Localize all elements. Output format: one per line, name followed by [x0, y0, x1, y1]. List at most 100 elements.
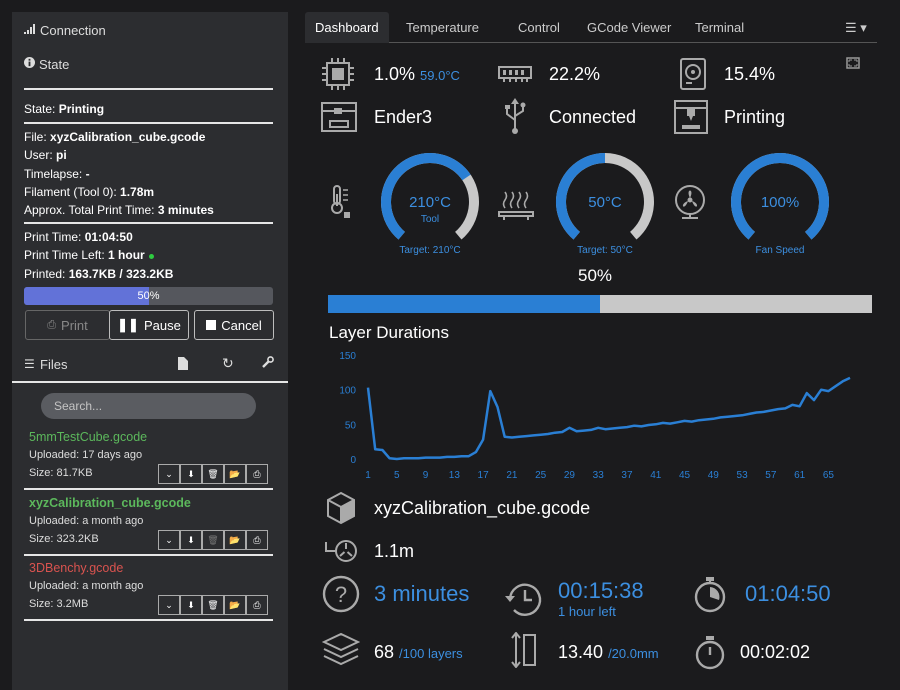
- chart-title: Layer Durations: [329, 323, 450, 342]
- download-icon[interactable]: ⬇: [180, 530, 202, 550]
- filament-row: Filament (Tool 0): 1.78m: [24, 184, 155, 199]
- signal-icon: [24, 23, 36, 37]
- history-icon: [505, 583, 542, 616]
- file-list-item[interactable]: 5mmTestCube.gcode Uploaded: 17 days ago Si…: [12, 430, 288, 495]
- file-search-input[interactable]: Search...: [41, 393, 256, 419]
- x-tick-label: 13: [449, 470, 461, 481]
- gauge-target: Target: 50°C: [577, 245, 633, 256]
- print-icon: ⎙: [47, 318, 57, 331]
- printer-state: Printing: [724, 107, 786, 127]
- refresh-icon[interactable]: ↻: [222, 355, 234, 372]
- x-tick-label: 45: [679, 470, 691, 481]
- memory-usage: 22.2%: [549, 64, 601, 84]
- divider: [12, 381, 288, 383]
- download-icon[interactable]: ⬇: [180, 595, 202, 615]
- print-time: 01:04:50: [745, 581, 831, 606]
- upload-file-icon[interactable]: [178, 357, 188, 375]
- load-icon[interactable]: 📂: [224, 595, 246, 615]
- divider: [24, 619, 273, 621]
- connection-header[interactable]: Connection: [12, 12, 288, 48]
- status-dot: [148, 253, 154, 259]
- disk-icon: [680, 58, 706, 90]
- x-tick-label: 5: [394, 470, 400, 481]
- gauge-sub-label: Tool: [421, 214, 439, 225]
- print-file-icon[interactable]: ⎙: [246, 530, 268, 550]
- download-icon[interactable]: ⬇: [180, 464, 202, 484]
- file-row: File: xyzCalibration_cube.gcode: [24, 130, 206, 145]
- file-size: Size: 81.7KB: [29, 467, 93, 479]
- print-file-icon[interactable]: ⎙: [246, 595, 268, 615]
- x-tick-label: 17: [478, 470, 490, 481]
- pause-button[interactable]: ❚❚ Pause: [109, 310, 189, 340]
- file-name[interactable]: 5mmTestCube.gcode: [29, 430, 147, 444]
- gauge-value: 50°C: [588, 194, 622, 211]
- main-panel: Dashboard Temperature Control GCode View…: [290, 12, 900, 690]
- file-uploaded: Uploaded: a month ago: [29, 580, 144, 592]
- load-icon[interactable]: 📂: [224, 464, 246, 484]
- tab-gcode-viewer[interactable]: GCode Viewer: [577, 12, 681, 43]
- print-file-icon[interactable]: ⎙: [246, 464, 268, 484]
- current-height: 13.40 /20.0mm: [558, 642, 659, 662]
- state-label: State: [39, 56, 70, 72]
- print-progress-fill: [328, 295, 600, 313]
- x-tick-label: 41: [650, 470, 662, 481]
- stop-icon: [206, 320, 217, 330]
- file-name[interactable]: 3DBenchy.gcode: [29, 561, 123, 575]
- fullscreen-icon[interactable]: [846, 57, 860, 69]
- x-tick-label: 9: [423, 470, 429, 481]
- tab-control[interactable]: Control: [508, 12, 570, 43]
- y-tick-label: 50: [345, 420, 357, 431]
- y-tick-label: 150: [339, 351, 356, 362]
- hamburger-icon: ☰ ▾: [845, 20, 867, 35]
- delete-icon[interactable]: 🗑: [202, 595, 224, 615]
- list-icon: ☰: [24, 357, 35, 371]
- question-icon: ?: [322, 575, 360, 613]
- user-row: User: pi: [24, 148, 67, 163]
- print-time-row: Print Time: 01:04:50: [24, 230, 133, 245]
- gauges: 210°C Tool Target: 210°C 50°C Target: 50°C 10…: [381, 153, 829, 256]
- print-button[interactable]: ⎙ Print: [25, 310, 110, 340]
- file-list-item[interactable]: 3DBenchy.gcode Uploaded: a month ago Size:…: [12, 561, 288, 626]
- file-list-item[interactable]: xyzCalibration_cube.gcode Uploaded: a mon…: [12, 496, 288, 561]
- current-layer: 68 /100 layers: [374, 642, 463, 662]
- cpu-icon: [322, 58, 354, 90]
- memory-icon: [498, 66, 532, 82]
- expand-icon[interactable]: ⌄: [158, 464, 180, 484]
- file-uploaded: Uploaded: 17 days ago: [29, 449, 143, 461]
- delete-icon[interactable]: 🗑: [202, 464, 224, 484]
- expand-icon[interactable]: ⌄: [158, 530, 180, 550]
- file-size: Size: 3.2MB: [29, 598, 89, 610]
- approx-time-row: Approx. Total Print Time: 3 minutes: [24, 203, 214, 218]
- elapsed-time: 00:15:38: [558, 578, 644, 603]
- expand-icon[interactable]: ⌄: [158, 595, 180, 615]
- load-icon[interactable]: 📂: [224, 530, 246, 550]
- current-filename: xyzCalibration_cube.gcode: [374, 498, 591, 518]
- connection-label: Connection: [40, 22, 106, 38]
- y-tick-label: 100: [339, 386, 356, 397]
- filament-used: 1.1m: [374, 541, 415, 561]
- tab-terminal[interactable]: Terminal: [685, 12, 754, 43]
- tab-dashboard[interactable]: Dashboard: [305, 12, 389, 43]
- printed-row: Printed: 163.7KB / 323.2KB: [24, 266, 174, 281]
- menu-dropdown[interactable]: ☰ ▾: [835, 12, 877, 43]
- files-label: Files: [40, 357, 68, 372]
- state-header[interactable]: State: [12, 46, 288, 82]
- print-progress-label: 50%: [577, 266, 613, 285]
- print-progress-bar: 50%: [24, 286, 273, 305]
- printer-icon: [321, 102, 357, 132]
- delete-icon[interactable]: 🗑: [202, 530, 224, 550]
- wrench-icon[interactable]: [261, 356, 274, 374]
- file-name[interactable]: xyzCalibration_cube.gcode: [29, 496, 191, 510]
- cancel-button[interactable]: Cancel: [194, 310, 274, 340]
- y-tick-label: 0: [350, 455, 356, 466]
- layer-time: 00:02:02: [740, 642, 811, 662]
- x-tick-label: 33: [593, 470, 605, 481]
- x-tick-label: 65: [823, 470, 835, 481]
- x-tick-label: 49: [708, 470, 720, 481]
- x-tick-label: 53: [737, 470, 749, 481]
- x-tick-label: 25: [535, 470, 547, 481]
- time-left-row: Print Time Left: 1 hour: [12, 246, 288, 264]
- layer-duration-line: [366, 376, 851, 461]
- cpu-temp: 59.0°C: [420, 68, 460, 83]
- tab-temperature[interactable]: Temperature: [396, 12, 489, 43]
